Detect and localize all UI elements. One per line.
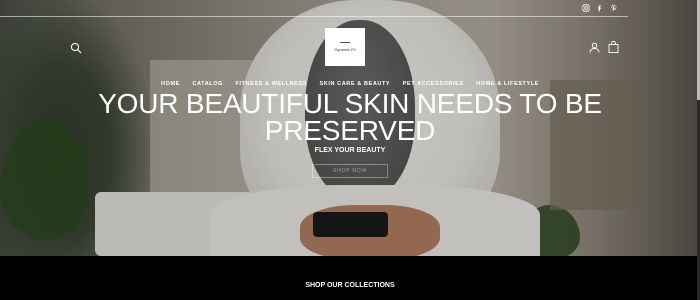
nav-item-pet-accessories[interactable]: PET ACCESSORIES [403, 81, 464, 87]
user-icon[interactable] [589, 42, 600, 53]
logo-mark [340, 42, 350, 45]
hero-headline: YOUR BEAUTIFUL SKIN NEEDS TO BE PRESERVE… [0, 88, 700, 146]
nav-item-home[interactable]: HOME [161, 81, 180, 87]
cart-icon[interactable] [608, 41, 619, 53]
hero-subheading: FLEX YOUR BEAUTY [314, 147, 386, 154]
facebook-icon[interactable] [596, 4, 604, 12]
header-divider [0, 16, 628, 17]
social-links [582, 4, 618, 12]
shop-now-button[interactable]: SHOP NOW [312, 164, 388, 178]
hero-headline-line-2: PRESERVED [264, 115, 436, 146]
hero-headline-line-1: YOUR BEAUTIFUL SKIN NEEDS TO BE [98, 88, 602, 119]
nav-item-skin-care-beauty[interactable]: SKIN CARE & BEAUTY [320, 81, 391, 87]
logo-text: Dynamic Fit [334, 47, 356, 52]
section-title-collections: SHOP OUR COLLECTIONS [305, 282, 395, 289]
search-icon[interactable] [70, 42, 82, 54]
nav-item-fitness-wellness[interactable]: FITNESS & WELLNESS [235, 81, 307, 87]
nav-item-home-lifestyle[interactable]: HOME & LIFESTYLE [476, 81, 539, 87]
pinterest-icon[interactable] [610, 4, 618, 12]
hero-banner: Dynamic Fit HOME CATALOG FITNESS & WELLN… [0, 0, 700, 256]
site-logo[interactable]: Dynamic Fit [325, 28, 365, 66]
nav-item-catalog[interactable]: CATALOG [192, 81, 223, 87]
instagram-icon[interactable] [582, 4, 590, 12]
